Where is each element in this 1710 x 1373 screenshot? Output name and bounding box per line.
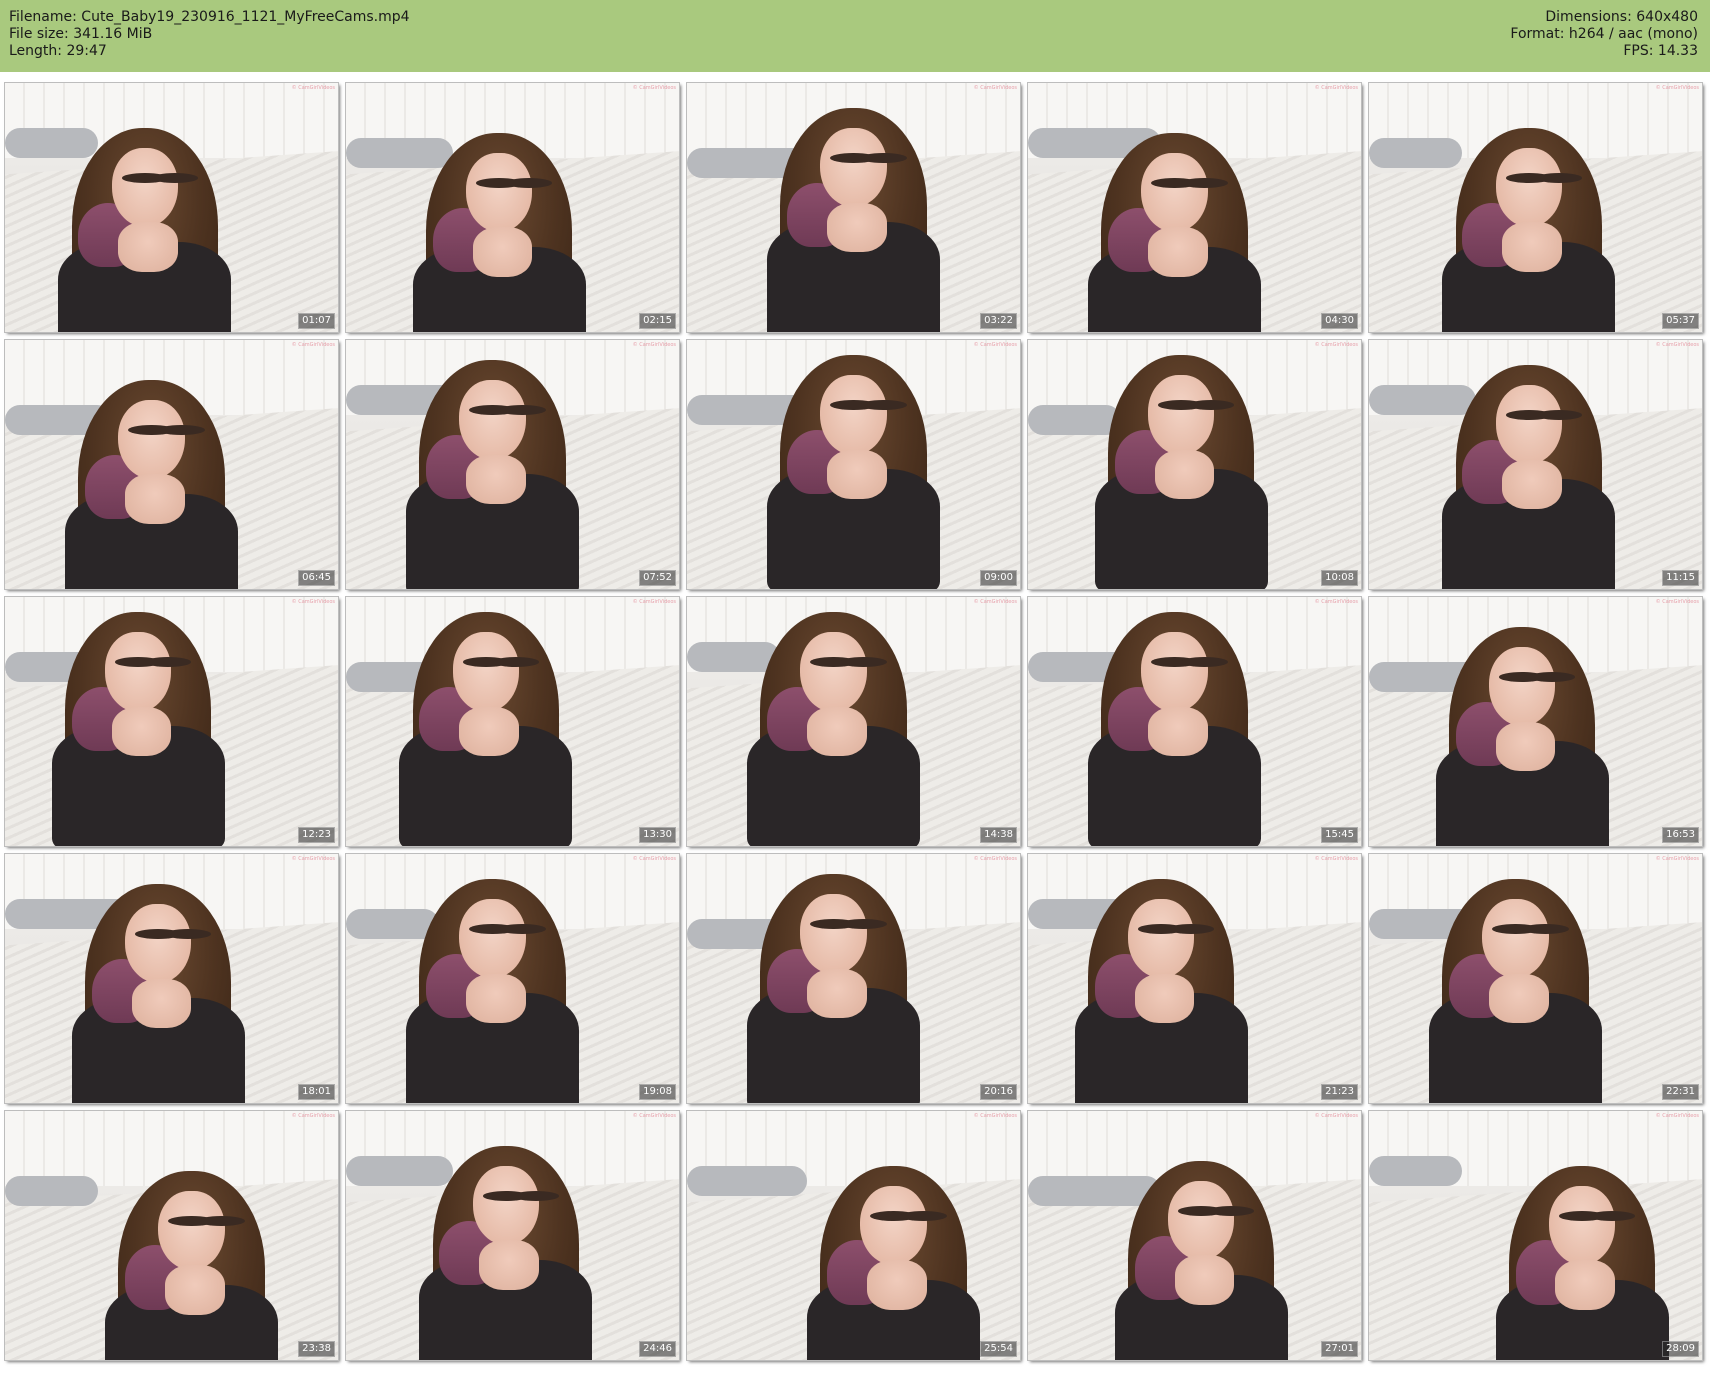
video-thumbnail: © CamGirlVideos 12:23 [4,596,339,847]
watermark: © CamGirlVideos [632,1113,676,1119]
watermark: © CamGirlVideos [973,342,1017,348]
video-thumbnail: © CamGirlVideos 24:46 [345,1110,680,1361]
thumbnail-timestamp: 04:30 [1321,313,1358,329]
watermark: © CamGirlVideos [1314,856,1358,862]
video-thumbnail: © CamGirlVideos 21:23 [1027,853,1362,1104]
watermark: © CamGirlVideos [291,1113,335,1119]
thumbnail-timestamp: 10:08 [1321,570,1358,586]
file-info-right: Dimensions: 640x480 Format: h264 / aac (… [1510,9,1698,60]
watermark: © CamGirlVideos [973,1113,1017,1119]
thumbnail-timestamp: 14:38 [980,827,1017,843]
video-thumbnail: © CamGirlVideos 01:07 [4,82,339,333]
watermark: © CamGirlVideos [291,599,335,605]
watermark: © CamGirlVideos [973,85,1017,91]
video-thumbnail: © CamGirlVideos 10:08 [1027,339,1362,590]
video-thumbnail: © CamGirlVideos 20:16 [686,853,1021,1104]
watermark: © CamGirlVideos [1655,856,1699,862]
thumbnail-timestamp: 09:00 [980,570,1017,586]
video-thumbnail: © CamGirlVideos 27:01 [1027,1110,1362,1361]
thumbnail-timestamp: 07:52 [639,570,676,586]
video-thumbnail: © CamGirlVideos 03:22 [686,82,1021,333]
thumbnail-timestamp: 22:31 [1662,1084,1699,1100]
video-thumbnail: © CamGirlVideos 19:08 [345,853,680,1104]
video-thumbnail: © CamGirlVideos 04:30 [1027,82,1362,333]
watermark: © CamGirlVideos [632,599,676,605]
thumbnail-timestamp: 15:45 [1321,827,1358,843]
thumbnail-timestamp: 27:01 [1321,1341,1358,1357]
thumbnail-timestamp: 21:23 [1321,1084,1358,1100]
video-thumbnail: © CamGirlVideos 09:00 [686,339,1021,590]
watermark: © CamGirlVideos [1314,85,1358,91]
thumbnail-timestamp: 06:45 [298,570,335,586]
video-thumbnail: © CamGirlVideos 18:01 [4,853,339,1104]
watermark: © CamGirlVideos [1314,342,1358,348]
watermark: © CamGirlVideos [632,85,676,91]
thumbnail-timestamp: 25:54 [980,1341,1017,1357]
watermark: © CamGirlVideos [1655,85,1699,91]
watermark: © CamGirlVideos [973,599,1017,605]
thumbnail-timestamp: 13:30 [639,827,676,843]
thumbnail-timestamp: 03:22 [980,313,1017,329]
video-thumbnail: © CamGirlVideos 16:53 [1368,596,1703,847]
video-thumbnail: © CamGirlVideos 15:45 [1027,596,1362,847]
filename-line: Filename: Cute_Baby19_230916_1121_MyFree… [9,9,410,25]
watermark: © CamGirlVideos [1314,599,1358,605]
thumbnail-timestamp: 01:07 [298,313,335,329]
video-thumbnail: © CamGirlVideos 11:15 [1368,339,1703,590]
thumbnail-timestamp: 11:15 [1662,570,1699,586]
watermark: © CamGirlVideos [1655,599,1699,605]
video-thumbnail: © CamGirlVideos 28:09 [1368,1110,1703,1361]
video-thumbnail: © CamGirlVideos 14:38 [686,596,1021,847]
length-line: Length: 29:47 [9,43,107,59]
watermark: © CamGirlVideos [632,856,676,862]
watermark: © CamGirlVideos [291,342,335,348]
watermark: © CamGirlVideos [1314,1113,1358,1119]
video-thumbnail: © CamGirlVideos 05:37 [1368,82,1703,333]
thumbnail-timestamp: 23:38 [298,1341,335,1357]
thumbnail-timestamp: 20:16 [980,1084,1017,1100]
thumbnail-timestamp: 02:15 [639,313,676,329]
video-thumbnail: © CamGirlVideos 07:52 [345,339,680,590]
watermark: © CamGirlVideos [1655,342,1699,348]
video-thumbnail: © CamGirlVideos 23:38 [4,1110,339,1361]
thumbnail-timestamp: 19:08 [639,1084,676,1100]
watermark: © CamGirlVideos [291,856,335,862]
thumbnail-timestamp: 24:46 [639,1341,676,1357]
format-line: Format: h264 / aac (mono) [1510,26,1698,42]
dimensions-line: Dimensions: 640x480 [1545,9,1698,25]
thumbnail-grid: © CamGirlVideos 01:07 © CamGirlVideos 02… [4,82,1707,1370]
watermark: © CamGirlVideos [291,85,335,91]
watermark: © CamGirlVideos [973,856,1017,862]
video-thumbnail: © CamGirlVideos 22:31 [1368,853,1703,1104]
watermark: © CamGirlVideos [1655,1113,1699,1119]
fps-line: FPS: 14.33 [1623,43,1698,59]
file-info-left: Filename: Cute_Baby19_230916_1121_MyFree… [9,9,410,60]
thumbnail-timestamp: 18:01 [298,1084,335,1100]
filesize-line: File size: 341.16 MiB [9,26,153,42]
video-thumbnail: © CamGirlVideos 02:15 [345,82,680,333]
watermark: © CamGirlVideos [632,342,676,348]
info-header: Filename: Cute_Baby19_230916_1121_MyFree… [0,0,1710,72]
thumbnail-timestamp: 28:09 [1662,1341,1699,1357]
video-thumbnail: © CamGirlVideos 13:30 [345,596,680,847]
video-thumbnail: © CamGirlVideos 25:54 [686,1110,1021,1361]
thumbnail-timestamp: 12:23 [298,827,335,843]
video-thumbnail: © CamGirlVideos 06:45 [4,339,339,590]
thumbnail-timestamp: 16:53 [1662,827,1699,843]
thumbnail-timestamp: 05:37 [1662,313,1699,329]
